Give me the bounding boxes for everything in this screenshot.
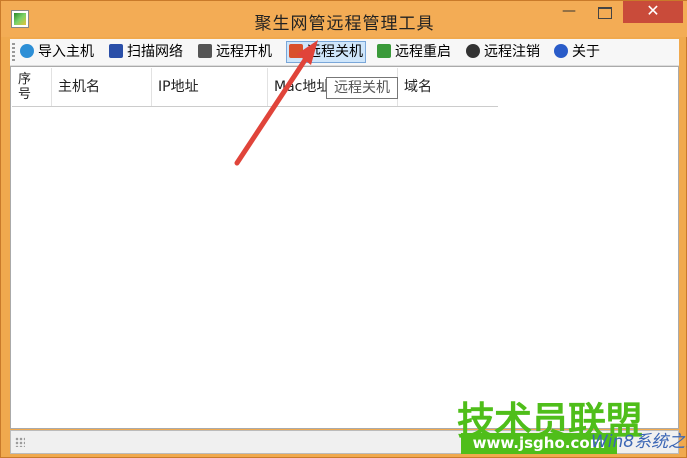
arrow-shaft	[234, 57, 308, 166]
arrow-head	[297, 40, 318, 65]
watermark-sub: Win8系统之家	[591, 432, 687, 452]
watermark: 技术员联盟 www.jsgho.com Win8系统之家	[455, 390, 687, 458]
